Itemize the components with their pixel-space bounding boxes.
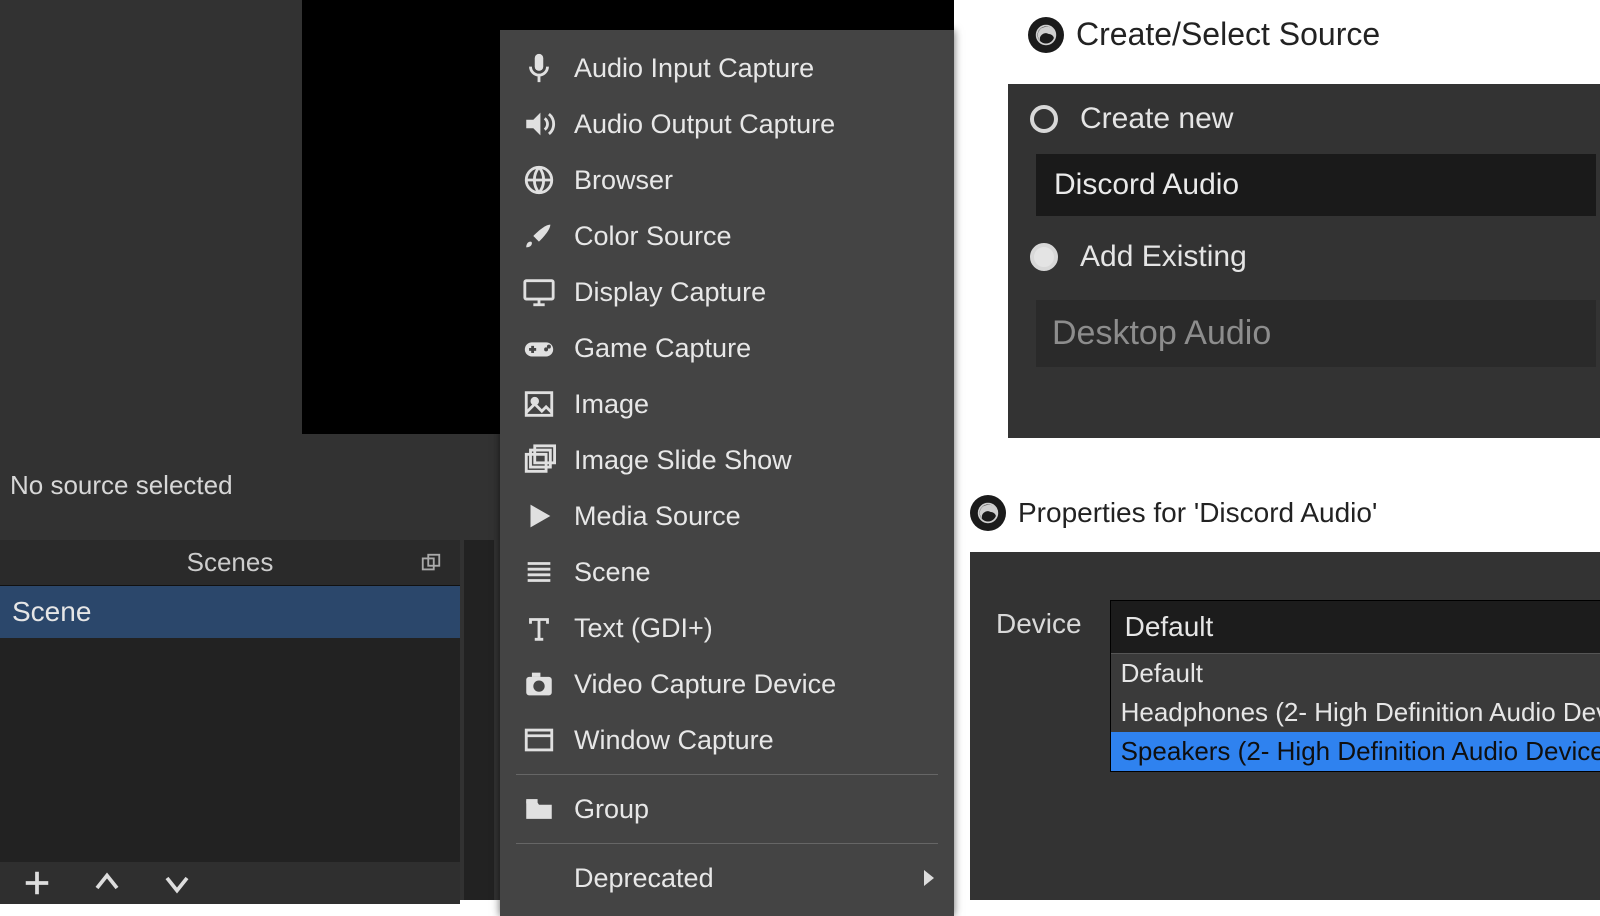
ctx-label: Image Slide Show xyxy=(574,445,792,476)
ctx-label: Display Capture xyxy=(574,277,766,308)
speaker-icon xyxy=(522,107,556,141)
source-name-input[interactable]: Discord Audio xyxy=(1036,154,1596,216)
ctx-label: Media Source xyxy=(574,501,741,532)
ctx-label: Audio Output Capture xyxy=(574,109,835,140)
folder-icon xyxy=(522,792,556,826)
ctx-deprecated[interactable]: Deprecated xyxy=(500,850,954,906)
device-option[interactable]: Headphones (2- High Definition Audio Dev… xyxy=(1111,693,1600,732)
device-label: Device xyxy=(996,600,1082,640)
ctx-color-source[interactable]: Color Source xyxy=(500,208,954,264)
ctx-label: Game Capture xyxy=(574,333,751,364)
existing-sources-list[interactable]: Desktop Audio xyxy=(1036,300,1596,367)
radio-unchecked-icon xyxy=(1030,105,1058,133)
globe-icon xyxy=(522,163,556,197)
stack-icon xyxy=(522,443,556,477)
move-up-icon[interactable] xyxy=(92,868,122,898)
add-scene-icon[interactable] xyxy=(22,868,52,898)
radio-label: Add Existing xyxy=(1080,240,1247,274)
device-option[interactable]: Default xyxy=(1111,654,1600,693)
ctx-group[interactable]: Group xyxy=(500,781,954,837)
ctx-game-capture[interactable]: Game Capture xyxy=(500,320,954,376)
ctx-label: Deprecated xyxy=(574,863,714,894)
window-icon xyxy=(522,723,556,757)
dialog-title: Create/Select Source xyxy=(1076,16,1380,53)
ctx-audio-input-capture[interactable]: Audio Input Capture xyxy=(500,40,954,96)
device-option[interactable]: Speakers (2- High Definition Audio Devic… xyxy=(1111,732,1600,771)
camera-icon xyxy=(522,667,556,701)
play-icon xyxy=(522,499,556,533)
ctx-label: Scene xyxy=(574,557,651,588)
scenes-panel-header: Scenes xyxy=(0,540,460,586)
device-selected-value: Default xyxy=(1111,601,1600,653)
scenes-header-label: Scenes xyxy=(187,547,274,578)
ctx-display-capture[interactable]: Display Capture xyxy=(500,264,954,320)
scene-item[interactable]: Scene xyxy=(0,586,460,638)
ctx-label: Browser xyxy=(574,165,673,196)
blank-icon xyxy=(522,861,556,895)
ctx-label: Window Capture xyxy=(574,725,774,756)
create-select-source-header: Create/Select Source xyxy=(1028,16,1380,53)
ctx-separator xyxy=(516,843,938,844)
ctx-label: Color Source xyxy=(574,221,732,252)
monitor-icon xyxy=(522,275,556,309)
ctx-image-slide-show[interactable]: Image Slide Show xyxy=(500,432,954,488)
properties-dialog: Device Default Default Headphones (2- Hi… xyxy=(970,552,1600,900)
add-source-context-menu: Audio Input Capture Audio Output Capture… xyxy=(500,30,954,916)
ctx-video-capture-device[interactable]: Video Capture Device xyxy=(500,656,954,712)
brush-icon xyxy=(522,219,556,253)
ctx-label: Text (GDI+) xyxy=(574,613,713,644)
ctx-label: Image xyxy=(574,389,649,420)
radio-add-existing[interactable]: Add Existing xyxy=(1008,216,1600,292)
radio-create-new[interactable]: Create new xyxy=(1008,84,1600,154)
image-icon xyxy=(522,387,556,421)
obs-logo-icon xyxy=(970,495,1006,531)
device-dropdown[interactable]: Default Default Headphones (2- High Defi… xyxy=(1110,600,1600,772)
text-icon xyxy=(522,611,556,645)
ctx-scene[interactable]: Scene xyxy=(500,544,954,600)
gamepad-icon xyxy=(522,331,556,365)
sources-panel-edge xyxy=(464,540,494,900)
device-options-list: Default Headphones (2- High Definition A… xyxy=(1111,653,1600,771)
ctx-audio-output-capture[interactable]: Audio Output Capture xyxy=(500,96,954,152)
ctx-separator xyxy=(516,774,938,775)
scenes-toolbar xyxy=(0,862,460,904)
microphone-icon xyxy=(522,51,556,85)
dialog-title: Properties for 'Discord Audio' xyxy=(1018,497,1377,529)
move-down-icon[interactable] xyxy=(162,868,192,898)
ctx-browser[interactable]: Browser xyxy=(500,152,954,208)
obs-logo-icon xyxy=(1028,17,1064,53)
radio-checked-icon xyxy=(1030,243,1058,271)
ctx-image[interactable]: Image xyxy=(500,376,954,432)
ctx-label: Audio Input Capture xyxy=(574,53,814,84)
radio-label: Create new xyxy=(1080,102,1233,136)
create-select-source-dialog: Create new Discord Audio Add Existing De… xyxy=(1008,84,1600,438)
ctx-media-source[interactable]: Media Source xyxy=(500,488,954,544)
ctx-window-capture[interactable]: Window Capture xyxy=(500,712,954,768)
scenes-list[interactable]: Scene xyxy=(0,586,460,886)
properties-dialog-header: Properties for 'Discord Audio' xyxy=(970,495,1377,531)
ctx-label: Group xyxy=(574,794,649,825)
ctx-text-gdi[interactable]: Text (GDI+) xyxy=(500,600,954,656)
ctx-label: Video Capture Device xyxy=(574,669,836,700)
list-icon xyxy=(522,555,556,589)
undock-icon[interactable] xyxy=(420,552,442,574)
no-source-label: No source selected xyxy=(10,470,233,501)
